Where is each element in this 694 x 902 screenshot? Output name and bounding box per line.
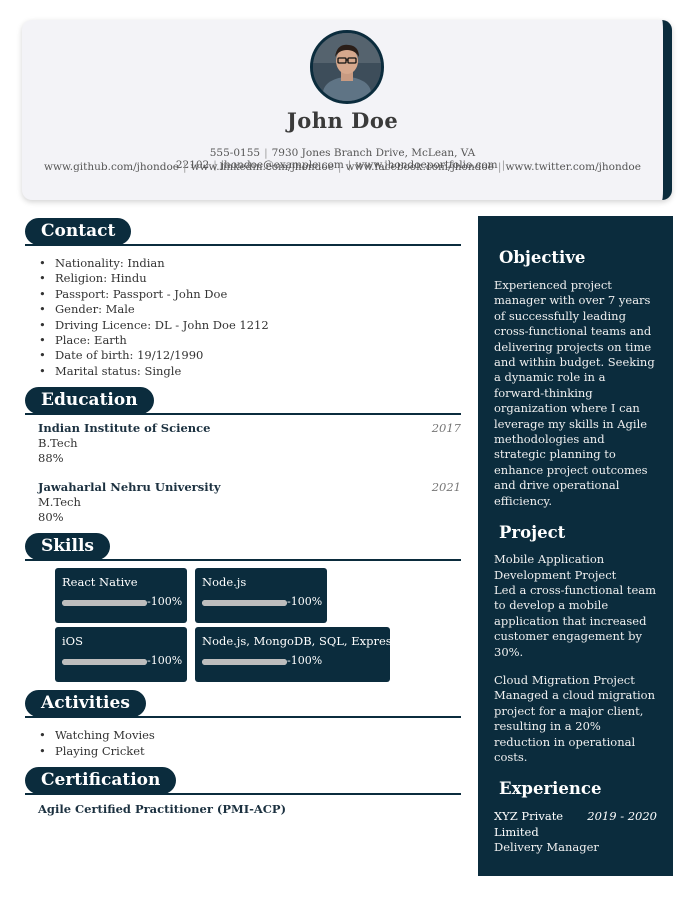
institution: Jawaharlal Nehru University: [38, 480, 221, 495]
degree: M.Tech: [38, 495, 81, 510]
skill-name: Node.js, MongoDB, SQL, Express: [202, 634, 398, 649]
objective-text: Experienced project manager with over 7 …: [494, 278, 655, 508]
separator: |: [337, 161, 342, 173]
skill-level: -100%: [147, 595, 183, 609]
separator: |: [264, 147, 268, 159]
skill-bar: [202, 600, 287, 607]
education-entry: Jawaharlal Nehru University 2021 M.Tech …: [38, 480, 461, 525]
list-item: Watching Movies: [39, 728, 461, 744]
institution: Indian Institute of Science: [38, 421, 211, 436]
project-entry: Mobile Application Development Project L…: [494, 552, 657, 660]
score: 80%: [38, 510, 64, 525]
education-section-header: Education: [25, 387, 461, 416]
resume-header: John Doe 555-0155 | 7930 Jones Branch Driv…: [22, 20, 672, 200]
project-name: Mobile Application Development Project: [494, 552, 617, 582]
list-item: Gender: Male: [39, 302, 461, 318]
skill-bar: [202, 659, 287, 666]
skills-grid: React Native -100% Node.js -100% iOS -10…: [25, 567, 461, 685]
list-item: Playing Cricket: [39, 744, 461, 760]
skill-name: Node.js: [202, 575, 247, 590]
project-description: Led a cross-functional team to develop a…: [494, 582, 657, 659]
list-item: Nationality: Indian: [39, 256, 461, 272]
section-title: Certification: [25, 767, 177, 795]
profile-photo-icon: [313, 33, 381, 101]
skill-bar-fill: [202, 659, 287, 666]
certification-section-header: Certification: [25, 767, 461, 796]
role: Delivery Manager: [494, 840, 599, 855]
list-item: Religion: Hindu: [39, 271, 461, 287]
separator: |: [183, 161, 187, 173]
contact-line-2: www.github.com/jhondoe | www.linkedin.com/…: [42, 161, 643, 173]
skill-bar: [62, 600, 147, 607]
list-item: Driving Licence: DL - John Doe 1212: [39, 318, 461, 334]
education-year: 2017: [431, 421, 461, 436]
section-title: Skills: [25, 533, 111, 561]
skill-bar-fill: [202, 600, 287, 607]
skill-card: Node.js -100%: [195, 568, 327, 624]
contact-section-header: Contact: [25, 218, 461, 246]
activities-section-header: Activities: [25, 690, 461, 719]
phone: 555-0155: [209, 147, 261, 159]
right-sidebar: Objective Experienced project manager wi…: [478, 216, 673, 876]
company: XYZ Private Limited: [494, 809, 564, 839]
section-title: Activities: [25, 690, 146, 718]
certification-item: Agile Certified Practitioner (PMI-ACP): [38, 802, 287, 817]
skills-section-header: Skills: [25, 533, 461, 562]
experience-row: XYZ Private Limited 2019 - 2020: [494, 809, 657, 840]
avatar: [310, 30, 384, 104]
github-link[interactable]: www.github.com/jhondoe: [44, 161, 179, 173]
experience-title: Experience: [499, 779, 602, 799]
objective-title: Objective: [499, 248, 586, 267]
contact-list: Nationality: Indian Religion: Hindu Pass…: [39, 256, 461, 380]
facebook-link[interactable]: www.facebook.com/jhondoe: [345, 161, 493, 173]
education-entry: Indian Institute of Science 2017 B.Tech …: [38, 421, 461, 466]
skill-card: React Native -100%: [55, 568, 187, 624]
skill-level: -100%: [147, 654, 183, 668]
degree: B.Tech: [38, 436, 78, 451]
linkedin-link[interactable]: www.linkedin.com/jhondoe: [191, 161, 334, 173]
experience-years: 2019 - 2020: [587, 809, 657, 824]
score: 88%: [38, 451, 64, 466]
skill-card: Node.js, MongoDB, SQL, Express -100%: [195, 627, 398, 683]
section-title: Education: [25, 387, 154, 415]
skill-card: iOS -100%: [55, 627, 187, 683]
separator: |: [497, 161, 502, 173]
skill-bar: [62, 659, 147, 666]
activities-list: Watching Movies Playing Cricket: [39, 728, 461, 759]
skill-level: -100%: [287, 654, 323, 668]
project-description: Managed a cloud migration project for a …: [494, 688, 655, 764]
section-title: Contact: [25, 218, 132, 245]
twitter-link[interactable]: www.twitter.com/jhondoe: [505, 161, 641, 173]
skill-name: iOS: [62, 634, 83, 649]
skill-bar-fill: [62, 600, 147, 607]
list-item: Passport: Passport - John Doe: [39, 287, 461, 303]
skill-name: React Native: [62, 575, 138, 590]
list-item: Marital status: Single: [39, 364, 461, 380]
left-column: Contact Nationality: Indian Religion: Hi…: [25, 218, 461, 816]
skill-level: -100%: [287, 595, 323, 609]
list-item: Date of birth: 19/12/1990: [39, 348, 461, 364]
education-year: 2021: [431, 480, 461, 495]
list-item: Place: Earth: [39, 333, 461, 349]
project-name: Cloud Migration Project: [494, 672, 635, 687]
skill-bar-fill: [62, 659, 147, 666]
experience-entry: XYZ Private Limited 2019 - 2020 Delivery…: [494, 809, 657, 855]
project-title: Project: [499, 523, 566, 543]
candidate-name: John Doe: [286, 108, 399, 133]
project-entry: Cloud Migration Project Managed a cloud …: [494, 673, 657, 765]
